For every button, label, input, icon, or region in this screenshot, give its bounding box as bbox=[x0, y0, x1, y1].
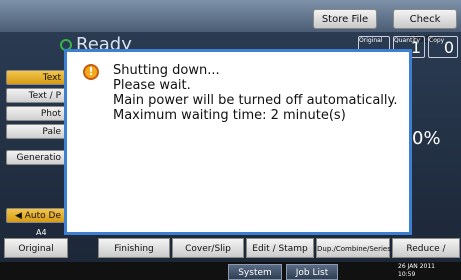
shutdown-dialog: ! Shutting down... Please wait. Main pow… bbox=[64, 49, 412, 235]
auto-density-label: Auto De bbox=[24, 211, 61, 221]
mode-text[interactable]: Text bbox=[6, 70, 66, 85]
mode-photo[interactable]: Phot bbox=[6, 106, 66, 121]
dialog-line: Please wait. bbox=[113, 78, 191, 93]
dialog-line: Main power will be turned off automatica… bbox=[113, 93, 398, 108]
cover-slip-tab[interactable]: Cover/Slip Sheet bbox=[172, 238, 244, 274]
copy-counter: Copy 0 bbox=[428, 36, 458, 58]
time-display: 10:59 bbox=[398, 271, 416, 278]
copy-label: Copy bbox=[429, 37, 445, 44]
dialog-message: Shutting down... Please wait. Main power… bbox=[113, 63, 397, 123]
arrow-left-icon: ◀ bbox=[14, 211, 25, 221]
paper-size-label: A4 bbox=[36, 228, 47, 237]
edit-stamp-tab[interactable]: Edit / Stamp bbox=[246, 238, 314, 258]
copy-value: 0 bbox=[443, 38, 454, 57]
finishing-tab[interactable]: Finishing bbox=[98, 238, 170, 258]
mode-text-photo[interactable]: Text / P bbox=[6, 88, 66, 103]
info-icon: ! bbox=[83, 64, 99, 80]
quantity-value: 1 bbox=[410, 38, 421, 57]
check-modes-button[interactable]: Check Modes bbox=[393, 9, 457, 45]
mode-generation[interactable]: Generatio bbox=[6, 150, 66, 165]
dup-combine-tab[interactable]: Dup./Combine/Series bbox=[316, 238, 391, 258]
dialog-line: Maximum waiting time: 2 minute(s) bbox=[113, 108, 346, 123]
original-setting-tab[interactable]: Original Setting bbox=[4, 238, 68, 274]
date-display: 26 JAN 2011 bbox=[398, 263, 435, 270]
reproduction-percent: 0% bbox=[412, 128, 441, 149]
reduce-enlarge-tab[interactable]: Reduce / Enlarge bbox=[392, 238, 460, 274]
store-file-button[interactable]: Store File bbox=[313, 9, 377, 29]
dialog-line: Shutting down... bbox=[113, 63, 220, 78]
system-status-button[interactable]: System Status bbox=[228, 264, 282, 280]
mode-pale[interactable]: Pale bbox=[6, 124, 66, 139]
job-list-button[interactable]: Job List bbox=[286, 264, 338, 280]
top-bar bbox=[0, 0, 461, 32]
original-label: Original bbox=[359, 37, 383, 44]
auto-density-button[interactable]: ◀ Auto De bbox=[6, 208, 66, 223]
